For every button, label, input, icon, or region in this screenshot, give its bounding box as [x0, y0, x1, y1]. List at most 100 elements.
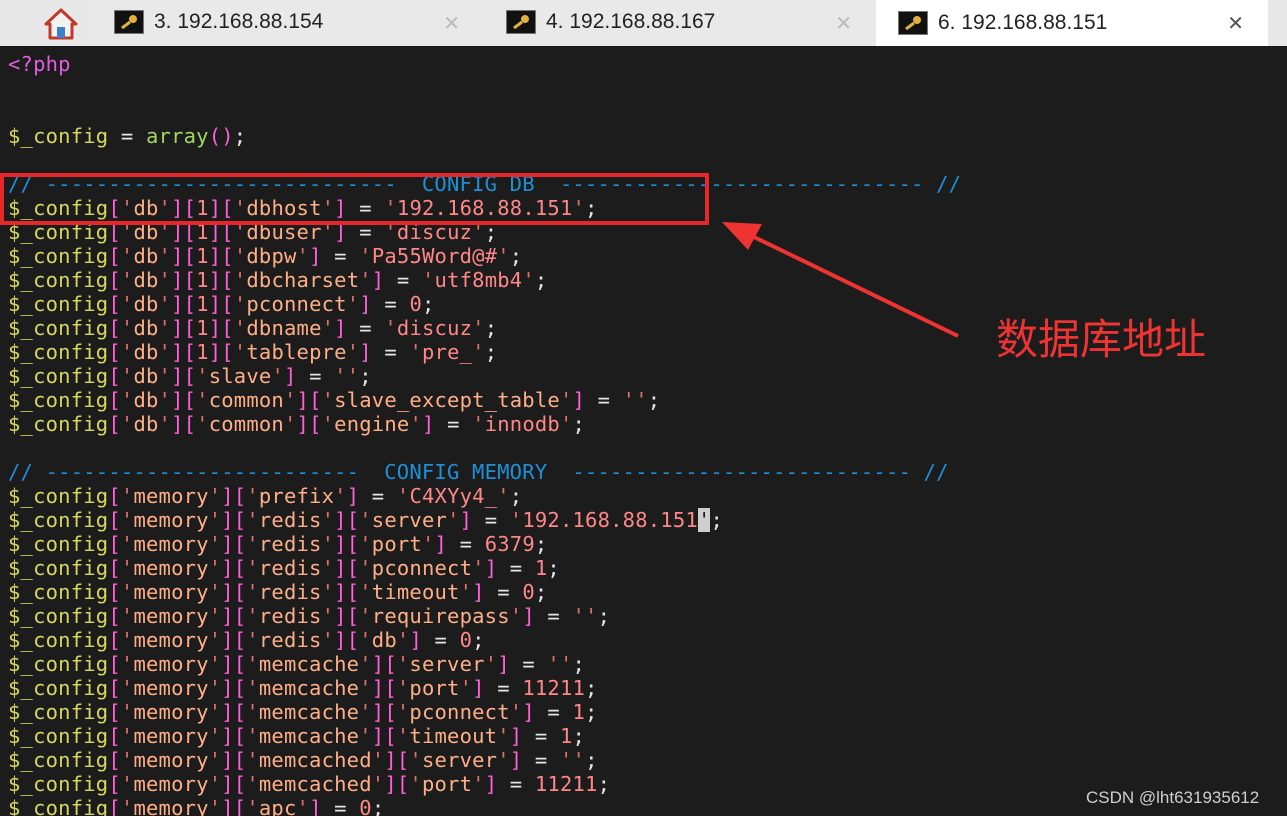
config-array-line: $_config = array(); — [8, 124, 246, 148]
code-token: = — [321, 796, 360, 816]
code-token: ] — [171, 316, 184, 340]
code-token: ' — [334, 364, 347, 388]
code-token: ] — [221, 748, 234, 772]
code-token: ' — [208, 484, 222, 508]
code-token: ' — [246, 724, 259, 748]
code-token: ' — [472, 412, 485, 436]
code-token: ' — [120, 748, 134, 772]
code-token: [ — [233, 532, 247, 556]
terminal-editor[interactable]: <?php $_config = array();// -------------… — [0, 46, 1287, 816]
config-line: $_config['memory']['apc'] = 0; — [8, 796, 384, 816]
code-token: ] — [221, 532, 234, 556]
code-token: ; — [585, 676, 598, 700]
code-token: ' — [296, 796, 310, 816]
code-token: ' — [271, 364, 284, 388]
close-icon[interactable]: ✕ — [835, 11, 852, 35]
code-token: $_config — [8, 700, 109, 724]
code-token: ' — [635, 388, 648, 412]
code-token: $_config — [8, 268, 109, 292]
config-line: $_config['memory']['memcached']['server'… — [8, 748, 598, 772]
tab-session-3[interactable]: 3. 192.168.88.154 ✕ — [92, 0, 484, 44]
code-token: ] — [334, 556, 347, 580]
code-token: ' — [359, 724, 372, 748]
code-token: ] — [522, 700, 535, 724]
code-token: = — [484, 580, 523, 604]
code-token: ' — [120, 484, 134, 508]
annotation-label: 数据库地址 — [996, 315, 1207, 364]
code-token: pconnect — [246, 292, 347, 316]
code-token: ' — [559, 748, 573, 772]
code-token: = — [371, 292, 410, 316]
code-token: ; — [572, 724, 586, 748]
code-token: ' — [522, 268, 535, 292]
code-token: ] — [434, 532, 448, 556]
code-token: ' — [120, 268, 134, 292]
code-token: ' — [396, 700, 410, 724]
code-token: $_config — [8, 364, 109, 388]
code-token: ' — [384, 316, 397, 340]
code-token: ' — [233, 268, 247, 292]
code-token: [ — [346, 508, 360, 532]
code-token: $_config — [8, 772, 109, 796]
code-token: ] — [384, 772, 397, 796]
code-token: ' — [246, 508, 259, 532]
close-icon[interactable]: ✕ — [443, 11, 460, 35]
code-token: ' — [233, 244, 247, 268]
code-token: = — [534, 700, 573, 724]
code-token: memory — [133, 628, 209, 652]
code-token: ' — [196, 364, 209, 388]
code-token: ] — [371, 724, 385, 748]
code-token: [ — [233, 604, 247, 628]
code-token: redis — [258, 508, 322, 532]
code-token: ] — [221, 628, 234, 652]
code-token: ' — [409, 340, 422, 364]
code-token: ' — [120, 244, 134, 268]
code-token: ' — [559, 388, 573, 412]
code-token: ' — [321, 412, 335, 436]
code-token: ' — [321, 532, 335, 556]
code-token: $_config — [8, 292, 109, 316]
tab-session-4[interactable]: 4. 192.168.88.167 ✕ — [484, 0, 876, 44]
code-token: $_config — [8, 796, 109, 816]
code-token: db — [133, 340, 159, 364]
code-token: ' — [196, 388, 209, 412]
code-token: = — [522, 748, 560, 772]
code-token: ' — [359, 700, 372, 724]
code-token: ' — [359, 508, 372, 532]
code-token: ' — [697, 508, 711, 532]
code-token: server — [421, 748, 498, 772]
code-token: ' — [246, 796, 259, 816]
code-token: ' — [396, 676, 410, 700]
tab-session-6[interactable]: 6. 192.168.88.151 ✕ — [876, 0, 1268, 46]
comment-line: // ------------------------- CONFIG MEMO… — [8, 460, 949, 484]
code-token: ] — [371, 700, 385, 724]
code-token: ' — [208, 580, 222, 604]
code-token: = — [534, 604, 573, 628]
code-token: = — [371, 340, 410, 364]
code-token: ' — [120, 676, 134, 700]
code-token: ' — [246, 676, 259, 700]
code-token: ' — [359, 652, 372, 676]
close-icon[interactable]: ✕ — [1227, 11, 1244, 35]
config-line: $_config['memory']['redis']['server'] = … — [8, 508, 723, 532]
home-tab[interactable] — [30, 2, 92, 46]
code-token: timeout — [371, 580, 460, 604]
code-token: ] — [572, 388, 586, 412]
code-token: ] — [484, 772, 498, 796]
code-token: memcached — [258, 748, 372, 772]
code-token: ] — [221, 556, 234, 580]
code-token: ' — [409, 748, 422, 772]
code-token: $_config — [8, 388, 109, 412]
code-token: memcached — [258, 772, 372, 796]
code-token: [ — [384, 676, 397, 700]
key-icon — [898, 11, 928, 35]
code-token: ] — [421, 412, 435, 436]
config-line: $_config['db']['common']['engine'] = 'in… — [8, 412, 585, 436]
config-line: $_config['db'][1]['dbcharset'] = 'utf8mb… — [8, 268, 547, 292]
code-token: [ — [233, 748, 247, 772]
code-token: ' — [459, 580, 473, 604]
code-token: ' — [321, 628, 335, 652]
code-token: 6379 — [484, 532, 535, 556]
code-token: ] — [221, 484, 234, 508]
code-token: [ — [108, 244, 121, 268]
